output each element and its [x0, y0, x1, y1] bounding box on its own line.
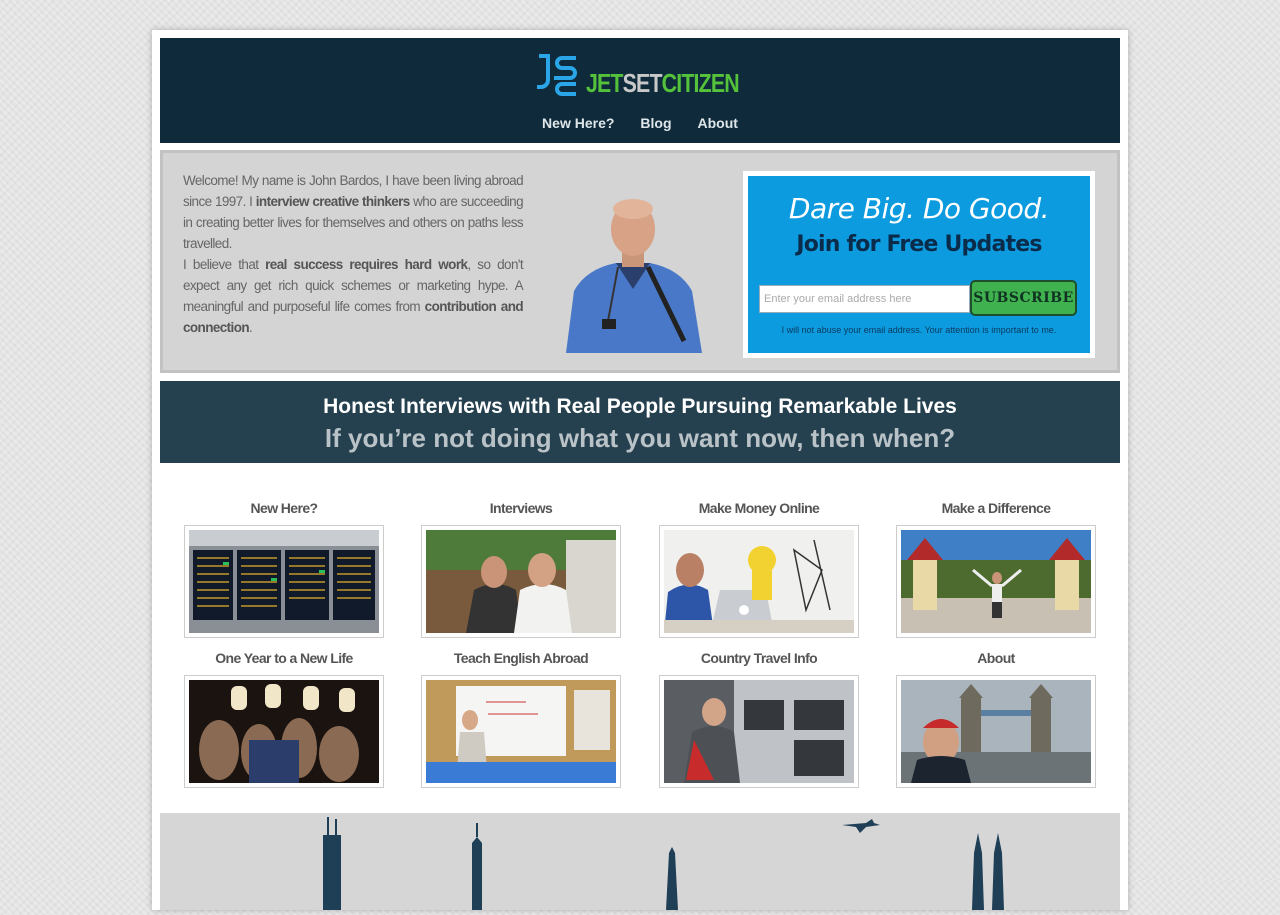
classroom-photo-image	[426, 680, 616, 783]
optin-privacy-note: I will not abuse your email address. You…	[781, 325, 1057, 335]
card-image[interactable]	[421, 675, 621, 788]
nav-about[interactable]: About	[698, 115, 738, 131]
card-make-money-online[interactable]: Make Money Online	[659, 499, 859, 638]
card-title[interactable]: About	[896, 649, 1096, 675]
card-title[interactable]: Teach English Abroad	[421, 649, 621, 675]
card-about[interactable]: About	[896, 649, 1096, 788]
intro-section: Welcome! My name is John Bardos, I have …	[160, 150, 1120, 373]
nav-new-here[interactable]: New Here?	[542, 115, 614, 131]
card-image[interactable]	[421, 525, 621, 638]
main-nav: New Here? Blog About	[160, 115, 1120, 131]
logo-word-citizen: CITIZEN	[661, 68, 740, 98]
card-image[interactable]	[896, 525, 1096, 638]
portrait-image	[556, 171, 710, 353]
logo-mark-icon	[537, 54, 577, 96]
site-header: JETSETCITIZEN New Here? Blog About	[160, 38, 1120, 143]
optin-subheadline: Join for Free Updates	[796, 232, 1042, 257]
optin-box: Dare Big. Do Good. Join for Free Updates…	[743, 171, 1095, 358]
card-title[interactable]: Make a Difference	[896, 499, 1096, 525]
card-interviews[interactable]: Interviews	[421, 499, 621, 638]
intro-highlight: interview creative thinkers	[255, 194, 411, 209]
card-title[interactable]: One Year to a New Life	[184, 649, 384, 675]
intro-text: Welcome! My name is John Bardos, I have …	[183, 170, 524, 338]
optin-panel: Dare Big. Do Good. Join for Free Updates…	[748, 176, 1090, 353]
banner-headline: Honest Interviews with Real People Pursu…	[323, 395, 957, 418]
author-portrait	[556, 171, 710, 353]
intro-highlight: real success requires hard work	[265, 257, 468, 272]
card-image[interactable]	[659, 675, 859, 788]
optin-headline: Dare Big. Do Good.	[788, 192, 1050, 225]
site-logo[interactable]: JETSETCITIZEN	[536, 52, 772, 96]
skyline-icon	[323, 817, 1004, 910]
intro-text-segment: .	[249, 320, 253, 335]
temple-photo-image	[901, 530, 1091, 633]
intro-text-segment: I believe that	[183, 257, 266, 272]
card-image[interactable]	[184, 675, 384, 788]
card-country-travel-info[interactable]: Country Travel Info	[659, 649, 859, 788]
ticket-machine-photo-image	[664, 680, 854, 783]
logo-word-jet: JET	[586, 68, 623, 98]
banner-subheadline: If you’re not doing what you want now, t…	[324, 423, 956, 453]
tagline-banner: Honest Interviews with Real People Pursu…	[160, 381, 1120, 463]
laptop-photo-image	[664, 530, 854, 633]
logo-word-set: SET	[622, 68, 663, 98]
subscribe-button[interactable]: SUBSCRIBE	[970, 280, 1077, 316]
card-title[interactable]: Country Travel Info	[659, 649, 859, 675]
logo-wordmark: JETSETCITIZEN	[586, 68, 740, 98]
nav-blog[interactable]: Blog	[640, 115, 671, 131]
card-title[interactable]: Make Money Online	[659, 499, 859, 525]
card-teach-english[interactable]: Teach English Abroad	[421, 649, 621, 788]
card-image[interactable]	[184, 525, 384, 638]
card-title[interactable]: New Here?	[184, 499, 384, 525]
card-new-here[interactable]: New Here?	[184, 499, 384, 638]
card-one-year[interactable]: One Year to a New Life	[184, 649, 384, 788]
card-image[interactable]	[896, 675, 1096, 788]
page-container: JETSETCITIZEN New Here? Blog About Welco…	[152, 30, 1128, 910]
footer-skyline	[160, 813, 1120, 910]
interview-photo-image	[426, 530, 616, 633]
card-image[interactable]	[659, 525, 859, 638]
card-make-a-difference[interactable]: Make a Difference	[896, 499, 1096, 638]
departure-board-image	[189, 530, 379, 633]
card-title[interactable]: Interviews	[421, 499, 621, 525]
festival-photo-image	[189, 680, 379, 783]
email-input[interactable]: Enter your email address here	[759, 285, 970, 313]
tower-bridge-photo-image	[901, 680, 1091, 783]
